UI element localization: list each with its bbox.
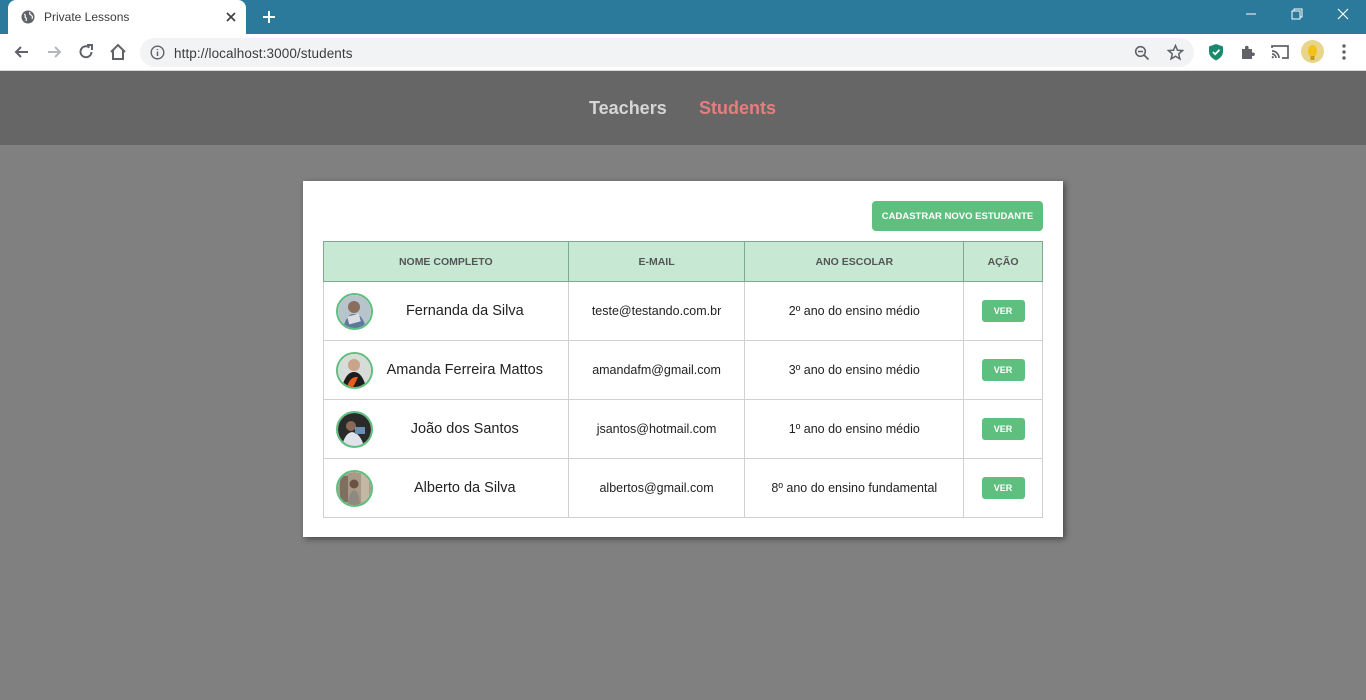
minimize-icon [1246,13,1256,15]
profile-avatar[interactable] [1301,40,1324,63]
column-header-grade: ANO ESCOLAR [744,241,965,282]
avatar [336,293,373,330]
nav-link-teachers[interactable]: Teachers [589,98,667,119]
forward-arrow-icon[interactable] [44,42,64,62]
puzzle-extensions-icon[interactable] [1238,42,1258,62]
site-header: Teachers Students [0,71,1366,145]
reload-icon[interactable] [76,42,96,62]
close-icon [1337,8,1349,20]
student-photo [338,413,371,446]
back-arrow-icon[interactable] [12,42,32,62]
student-action-cell: VER [963,340,1043,400]
column-header-email: E-MAIL [567,241,746,282]
home-icon[interactable] [108,42,128,62]
student-action-cell: VER [963,399,1043,459]
browser-titlebar: Private Lessons [0,0,1366,34]
student-photo [338,354,371,387]
table-row: Fernanda da Silva teste@testando.com.br … [323,281,1043,341]
avatar [336,470,373,507]
tab-title: Private Lessons [44,10,130,24]
view-student-button[interactable]: VER [981,418,1025,440]
close-window-button[interactable] [1320,0,1366,30]
student-email: amandafm@gmail.com [567,340,746,400]
kebab-menu-icon[interactable] [1334,42,1354,62]
nav-link-students[interactable]: Students [699,98,776,119]
shield-extension-icon[interactable] [1206,42,1226,62]
browser-toolbar: http://localhost:3000/students [0,34,1366,71]
zoom-out-icon[interactable] [1134,45,1150,61]
column-header-name: NOME COMPLETO [323,241,569,282]
student-email: albertos@gmail.com [567,458,746,518]
avatar [336,352,373,389]
address-bar[interactable]: http://localhost:3000/students [140,38,1194,67]
globe-icon [21,10,35,24]
close-tab-icon[interactable] [224,10,238,24]
avatar [336,411,373,448]
info-icon[interactable] [150,45,165,60]
minimize-button[interactable] [1228,0,1274,30]
student-grade: 8º ano do ensino fundamental [744,458,965,518]
students-table: NOME COMPLETO E-MAIL ANO ESCOLAR AÇÃO Fe… [323,241,1043,518]
url-text: http://localhost:3000/students [174,46,353,61]
restore-icon [1291,8,1303,20]
restore-button[interactable] [1274,0,1320,30]
table-row: João dos Santos jsantos@hotmail.com 1º a… [323,399,1043,459]
table-row: Amanda Ferreira Mattos amandafm@gmail.co… [323,340,1043,400]
new-tab-icon[interactable] [260,8,278,26]
student-grade: 3º ano do ensino médio [744,340,965,400]
bookmark-star-icon[interactable] [1167,44,1184,61]
column-header-action: AÇÃO [963,241,1043,282]
student-action-cell: VER [963,281,1043,341]
student-name-cell: Amanda Ferreira Mattos [323,340,569,400]
browser-tab[interactable]: Private Lessons [8,0,246,34]
student-action-cell: VER [963,458,1043,518]
student-name-cell: Fernanda da Silva [323,281,569,341]
student-grade: 1º ano do ensino médio [744,399,965,459]
student-photo [338,472,371,505]
table-row: Alberto da Silva albertos@gmail.com 8º a… [323,458,1043,518]
cast-icon[interactable] [1270,42,1290,62]
view-student-button[interactable]: VER [981,300,1025,322]
table-header-row: NOME COMPLETO E-MAIL ANO ESCOLAR AÇÃO [323,241,1043,282]
student-grade: 2º ano do ensino médio [744,281,965,341]
students-card: CADASTRAR NOVO ESTUDANTE NOME COMPLETO E… [303,181,1063,537]
student-email: teste@testando.com.br [567,281,746,341]
student-photo [338,295,371,328]
student-email: jsantos@hotmail.com [567,399,746,459]
profile-icon [1308,45,1317,60]
student-name-cell: João dos Santos [323,399,569,459]
student-name-cell: Alberto da Silva [323,458,569,518]
create-student-button[interactable]: CADASTRAR NOVO ESTUDANTE [872,201,1043,231]
view-student-button[interactable]: VER [981,477,1025,499]
view-student-button[interactable]: VER [981,359,1025,381]
